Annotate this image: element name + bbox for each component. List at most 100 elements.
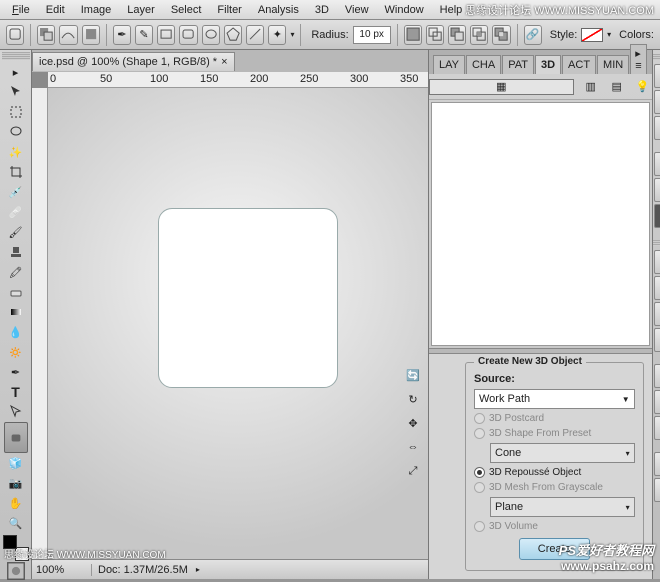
- radius-input[interactable]: [353, 26, 391, 44]
- histogram-panel-icon[interactable]: 📊: [654, 328, 660, 352]
- 3d-rotate-tool[interactable]: 🧊: [4, 453, 28, 473]
- canvas[interactable]: [48, 88, 428, 559]
- menu-window[interactable]: Window: [377, 2, 432, 18]
- 3d-scale-icon[interactable]: ⤢: [403, 462, 423, 480]
- source-dropdown[interactable]: Work Path▼: [474, 389, 635, 409]
- menu-view[interactable]: View: [337, 2, 377, 18]
- menu-help[interactable]: Help: [432, 2, 471, 18]
- crop-tool[interactable]: [4, 162, 28, 182]
- move-tool[interactable]: [4, 82, 28, 102]
- wand-tool[interactable]: ✨: [4, 142, 28, 162]
- tab-3d[interactable]: 3D: [535, 55, 561, 74]
- paths-icon[interactable]: [59, 25, 77, 45]
- masks-panel-icon[interactable]: ▶: [654, 178, 660, 202]
- lasso-tool[interactable]: [4, 122, 28, 142]
- tab-channels[interactable]: CHA: [466, 55, 501, 74]
- menu-layer[interactable]: Layer: [119, 2, 163, 18]
- tab-paths[interactable]: PAT: [502, 55, 534, 74]
- type-tool[interactable]: T: [4, 382, 28, 402]
- eyedropper-tool[interactable]: 💉: [4, 182, 28, 202]
- style-swatch[interactable]: [581, 28, 603, 42]
- hand-tool[interactable]: ✋: [4, 493, 28, 513]
- path-select-tool[interactable]: [4, 402, 28, 422]
- freeform-pen-icon[interactable]: ✎: [135, 25, 153, 45]
- ellipse-icon[interactable]: [202, 25, 220, 45]
- 3d-camera-tool[interactable]: 📷: [4, 473, 28, 493]
- quick-mask-icon[interactable]: [5, 563, 27, 579]
- line-icon[interactable]: [246, 25, 264, 45]
- 3d-roll-icon[interactable]: ↻: [403, 390, 423, 408]
- menu-filter[interactable]: Filter: [209, 2, 249, 18]
- pen-icon[interactable]: ✒: [113, 25, 131, 45]
- menu-edit[interactable]: Edit: [38, 2, 73, 18]
- menu-analysis[interactable]: Analysis: [250, 2, 307, 18]
- combine-subtract-icon[interactable]: [448, 25, 466, 45]
- color-picker[interactable]: [3, 535, 29, 561]
- tab-actions[interactable]: ACT: [562, 55, 596, 74]
- stamp-tool[interactable]: [4, 242, 28, 262]
- marquee-tool[interactable]: [4, 102, 28, 122]
- pen-tool[interactable]: ✒: [4, 362, 28, 382]
- link-icon[interactable]: 🔗: [524, 25, 542, 45]
- panel-menu-icon[interactable]: ▸ ≡: [630, 44, 646, 74]
- blur-tool[interactable]: 💧: [4, 322, 28, 342]
- grip-icon[interactable]: [2, 52, 30, 60]
- menu-file[interactable]: FFileile: [4, 2, 38, 18]
- dock-grip2-icon[interactable]: [653, 240, 660, 246]
- fill-pixels-icon[interactable]: [82, 25, 100, 45]
- close-tab-icon[interactable]: ×: [221, 56, 227, 68]
- 3d-slide-icon[interactable]: ⇔: [403, 438, 423, 456]
- shape-layers-icon[interactable]: [37, 25, 55, 45]
- rounded-rect-icon[interactable]: [179, 25, 197, 45]
- zoom-tool[interactable]: 🔍: [4, 513, 28, 533]
- styles-panel-icon[interactable]: ▣: [654, 116, 660, 140]
- history-panel-icon[interactable]: 🕐: [654, 250, 660, 274]
- scene-filter-icon[interactable]: ▦: [429, 79, 574, 95]
- brush-panel-icon[interactable]: 🖌: [654, 390, 660, 414]
- 3d-rotate-icon[interactable]: 🔄: [403, 366, 423, 384]
- polygon-icon[interactable]: [224, 25, 242, 45]
- shape-tool[interactable]: [4, 422, 28, 453]
- adjustments-panel-icon[interactable]: ◧: [654, 152, 660, 176]
- tab-layers[interactable]: LAY: [433, 55, 465, 74]
- light-filter-icon[interactable]: 💡: [634, 79, 652, 95]
- 3d-scene-list[interactable]: [431, 102, 650, 346]
- menu-image[interactable]: Image: [73, 2, 120, 18]
- combine-new-icon[interactable]: [404, 25, 422, 45]
- tool-preset-icon[interactable]: [6, 25, 24, 45]
- heal-tool[interactable]: 🩹: [4, 202, 28, 222]
- menu-select[interactable]: Select: [163, 2, 210, 18]
- history-brush-tool[interactable]: 🖍: [4, 262, 28, 282]
- combine-intersect-icon[interactable]: [470, 25, 488, 45]
- eraser-tool[interactable]: [4, 282, 28, 302]
- gradient-tool[interactable]: [4, 302, 28, 322]
- custom-shape-icon[interactable]: ✦: [268, 25, 286, 45]
- mb-panel-icon[interactable]: Mb: [654, 204, 660, 228]
- create-button[interactable]: Create: [519, 538, 590, 560]
- material-filter-icon[interactable]: ▤: [608, 79, 626, 95]
- character-panel-icon[interactable]: A: [654, 364, 660, 388]
- document-tab[interactable]: ice.psd @ 100% (Shape 1, RGB/8) * ×: [32, 52, 235, 71]
- dodge-tool[interactable]: 🔅: [4, 342, 28, 362]
- 3d-pan-icon[interactable]: ✥: [403, 414, 423, 432]
- create-3d-title: Create New 3D Object: [474, 356, 586, 367]
- swatches-panel-icon[interactable]: ◉: [654, 90, 660, 114]
- navigator-panel-icon[interactable]: ⊞: [654, 276, 660, 300]
- clone-panel-icon[interactable]: ⧉: [654, 416, 660, 440]
- layers-panel-icon[interactable]: ≣: [654, 452, 660, 476]
- info-panel-icon[interactable]: ✦: [654, 302, 660, 326]
- combine-exclude-icon[interactable]: [492, 25, 510, 45]
- expand-icon[interactable]: ▸: [4, 62, 28, 82]
- paths-panel-icon[interactable]: ◫: [654, 478, 660, 502]
- mesh-filter-icon[interactable]: ▥: [582, 79, 600, 95]
- combine-add-icon[interactable]: [426, 25, 444, 45]
- radio-repousse[interactable]: [474, 467, 485, 478]
- dock-grip-icon[interactable]: [653, 54, 660, 60]
- tab-mini[interactable]: MIN: [597, 55, 629, 74]
- options-bar: ✒ ✎ ✦ ▾ Radius: 🔗 Style: ▾ Colors:: [0, 20, 660, 50]
- zoom-level[interactable]: 100%: [32, 564, 92, 576]
- color-panel-icon[interactable]: 🎨: [654, 64, 660, 88]
- brush-tool[interactable]: 🖌: [4, 222, 28, 242]
- rect-icon[interactable]: [157, 25, 175, 45]
- menu-3d[interactable]: 3D: [307, 2, 337, 18]
